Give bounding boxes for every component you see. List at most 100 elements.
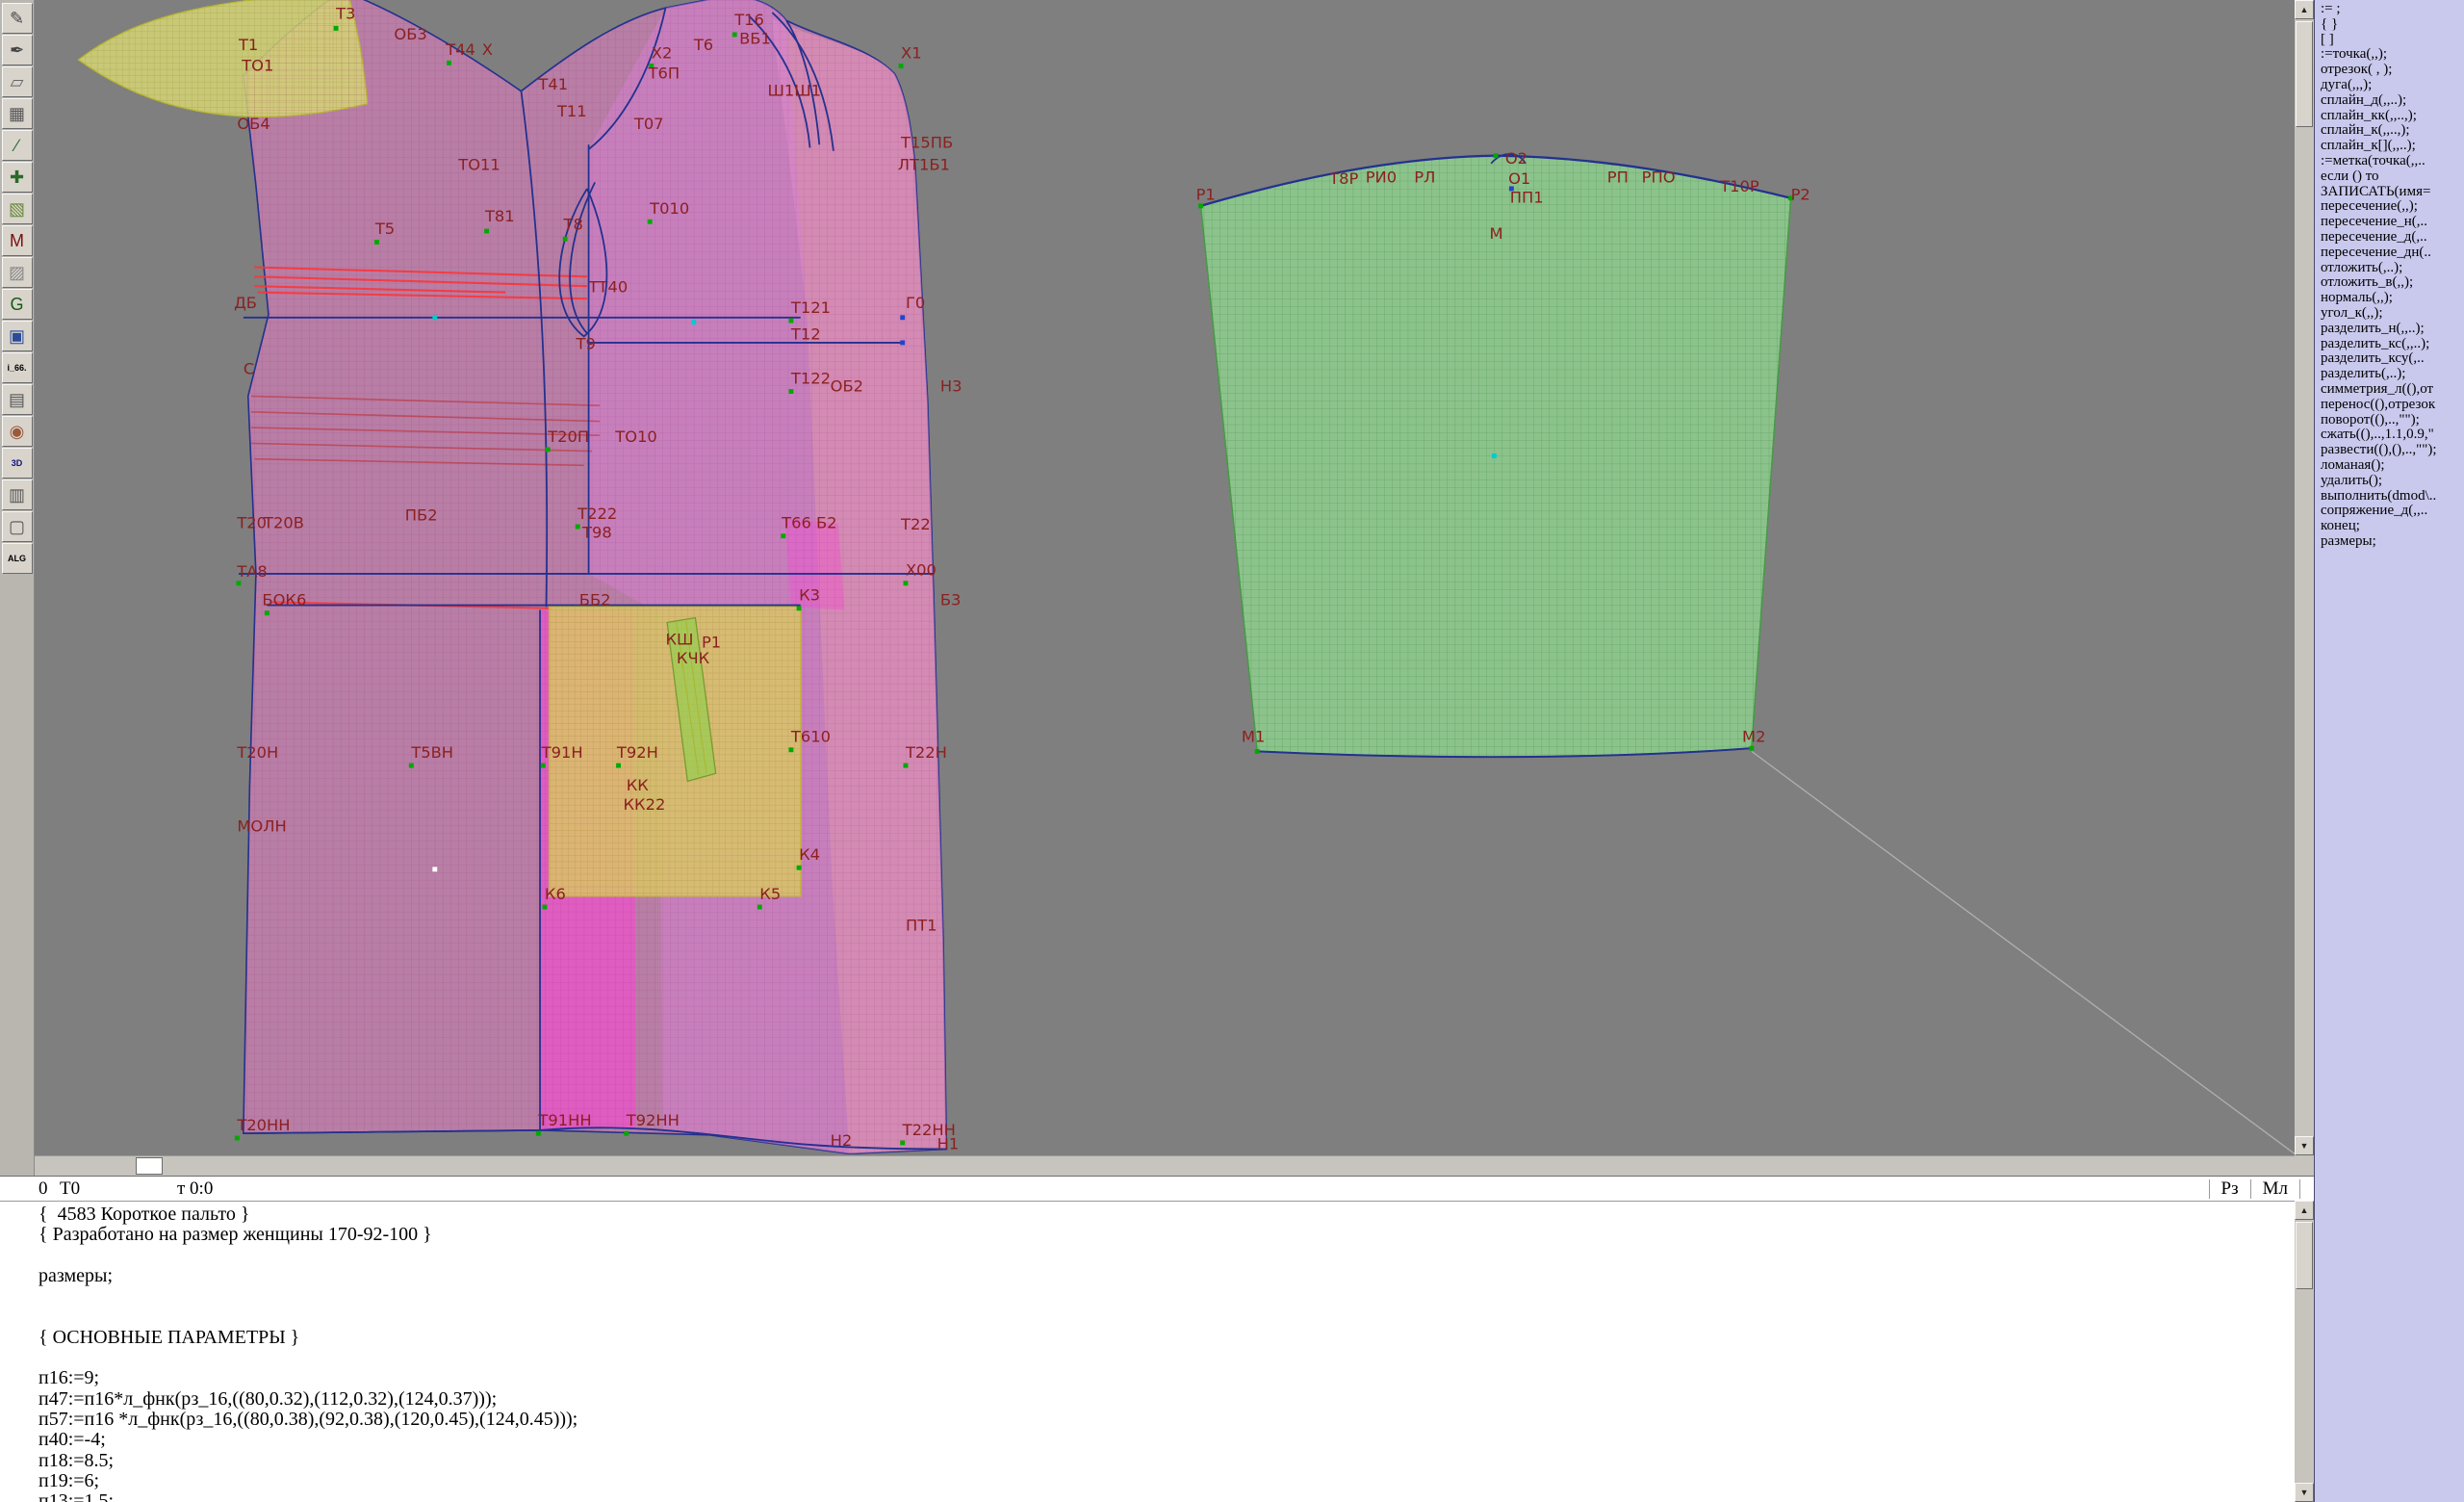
pencil-tool[interactable]: ✎ [2,3,33,34]
command-item[interactable]: пересечение_дн(.. [2321,246,2464,261]
code-scroll-down-button[interactable]: ▼ [2295,1483,2314,1502]
code-line[interactable]: п18:=8.5; [0,1451,2295,1471]
command-item[interactable]: поворот((),..,""); [2321,413,2464,428]
point-label: РП [1607,168,1629,186]
code-line[interactable] [0,1348,2295,1368]
code-line[interactable]: { Разработано на размер женщины 170-92-1… [0,1225,2295,1245]
code-line[interactable]: п57:=п16 *л_фнк(рз_16,((80,0.38),(92,0.3… [0,1410,2295,1430]
mode-rz-button[interactable]: Рз [2209,1179,2250,1199]
point-label: ПБ2 [405,505,438,524]
command-item[interactable]: сопряжение_д(,,.. [2321,504,2464,519]
alg-tool[interactable]: ALG [2,543,33,574]
command-item[interactable]: удалить(); [2321,474,2464,489]
drawing-canvas[interactable]: Т3ОБ3Т1ТО1Т44ХХ2Т6Т6ПТ16ВБ1Х1ОБ4Т41Т11Ш1… [35,0,2295,1155]
g-tool[interactable]: G [2,289,33,320]
command-item[interactable]: пересечение_н(,.. [2321,215,2464,230]
threed-tool[interactable]: 3D [2,448,33,479]
code-line[interactable]: п16:=9; [0,1368,2295,1388]
point-label: Р1 [1196,185,1216,203]
command-item[interactable]: отрезок( , ); [2321,63,2464,78]
film-tool[interactable]: ▥ [2,479,33,510]
scroll-up-button[interactable]: ▲ [2295,0,2314,19]
point-label: ДБ [234,294,257,312]
command-item[interactable]: выполнить(dmod\.. [2321,489,2464,505]
code-line[interactable]: п47:=п16*л_фнк(рз_16,((80,0.32),(112,0.3… [0,1389,2295,1410]
point-label: ОБ2 [831,377,863,396]
swatch-tool[interactable]: ▧ [2,194,33,224]
code-area[interactable]: { 4583 Короткое пальто }{ Разработано на… [0,1201,2295,1502]
command-item[interactable]: если () то [2321,169,2464,185]
command-item[interactable]: сплайн_д(,,..); [2321,93,2464,109]
code-line[interactable]: { 4583 Короткое пальто } [0,1204,2295,1225]
code-vscroll-thumb[interactable] [2296,1222,2313,1289]
command-item[interactable]: развести((),(),..,""); [2321,443,2464,458]
code-line[interactable]: размеры; [0,1266,2295,1286]
command-item[interactable]: разделить_н(,,..); [2321,322,2464,337]
command-item[interactable]: ломаная(); [2321,458,2464,474]
command-item[interactable]: сплайн_кк(,,..,); [2321,109,2464,124]
command-item[interactable]: сжать((),..,1.1,0.9," [2321,427,2464,443]
canvas-vscrollbar[interactable]: ▲ ▼ [2295,0,2314,1176]
code-line[interactable]: п13:=1.5; [0,1491,2295,1502]
command-item[interactable]: конец; [2321,519,2464,534]
command-item[interactable]: := ; [2321,2,2464,17]
canvas-hscroll-thumb[interactable] [136,1157,163,1175]
point-label: Т11 [556,102,587,120]
command-item[interactable]: сплайн_к[](,,..); [2321,139,2464,154]
point-marker [1749,746,1754,751]
command-item[interactable]: пересечение_д(,.. [2321,230,2464,246]
ruler-tool-icon: ∕ [15,136,18,156]
table-tool[interactable]: ▤ [2,384,33,415]
point-label: М2 [1742,728,1765,746]
point-marker [904,581,909,585]
code-line[interactable]: п19:=6; [0,1471,2295,1491]
point-marker [447,61,451,65]
command-item[interactable]: симметрия_л((),от [2321,382,2464,398]
layers-tool[interactable]: ▣ [2,321,33,351]
command-item[interactable]: нормаль(,,); [2321,291,2464,306]
code-line[interactable] [0,1246,2295,1266]
scroll-down-button[interactable]: ▼ [2295,1136,2314,1155]
status-t-value: т 0:0 [177,1178,213,1200]
pencil-tool-icon: ✎ [10,9,24,29]
command-item[interactable]: дуга(,,,); [2321,78,2464,93]
bodice-pattern[interactable] [79,0,947,1153]
point-label: Х2 [652,43,673,62]
command-item[interactable]: разделить(,..); [2321,367,2464,382]
command-item[interactable]: перенос((),отрезок [2321,398,2464,413]
ruler-tool[interactable]: ∕ [2,130,33,161]
canvas-viewport[interactable]: Т3ОБ3Т1ТО1Т44ХХ2Т6Т6ПТ16ВБ1Х1ОБ4Т41Т11Ш1… [35,0,2295,1155]
code-line[interactable]: п40:=-4; [0,1430,2295,1450]
i66-tool[interactable]: i_66. [2,352,33,383]
command-item[interactable]: угол_к(,,); [2321,306,2464,322]
command-item[interactable]: разделить_ксу(,.. [2321,351,2464,367]
canvas-vscroll-thumb[interactable] [2296,21,2313,127]
point-label: Т91Н [541,743,583,762]
command-item[interactable]: ЗАПИСАТЬ(имя= [2321,185,2464,200]
command-item[interactable]: отложить_в(,,); [2321,275,2464,291]
command-item[interactable]: разделить_кс(,,..); [2321,337,2464,352]
command-item[interactable]: :=метка(точка(,,.. [2321,154,2464,169]
code-scroll-up-button[interactable]: ▲ [2295,1201,2314,1220]
code-vscrollbar[interactable]: ▲ ▼ [2295,1201,2314,1502]
m-tool[interactable]: М [2,225,33,256]
command-item[interactable]: :=точка(,,); [2321,47,2464,63]
grid-tool[interactable]: ▦ [2,98,33,129]
person-tool[interactable]: ◉ [2,416,33,447]
command-item[interactable]: [ ] [2321,33,2464,48]
command-item[interactable]: { } [2321,17,2464,33]
command-item[interactable]: сплайн_к(,,..,); [2321,123,2464,139]
code-line[interactable] [0,1307,2295,1327]
pen-tool[interactable]: ✒ [2,35,33,65]
command-item[interactable]: отложить(,..); [2321,261,2464,276]
code-line[interactable] [0,1286,2295,1307]
eraser-tool[interactable]: ▱ [2,66,33,97]
command-item[interactable]: размеры; [2321,534,2464,550]
sheet-tool[interactable]: ▢ [2,511,33,542]
code-line[interactable]: { ОСНОВНЫЕ ПАРАМЕТРЫ } [0,1328,2295,1348]
mode-ml-button[interactable]: Мл [2250,1179,2300,1199]
command-item[interactable]: пересечение(,,); [2321,199,2464,215]
canvas-hscrollbar[interactable] [35,1155,2295,1177]
palette-tool[interactable]: ▨ [2,257,33,288]
pipette-tool[interactable]: ✚ [2,162,33,193]
